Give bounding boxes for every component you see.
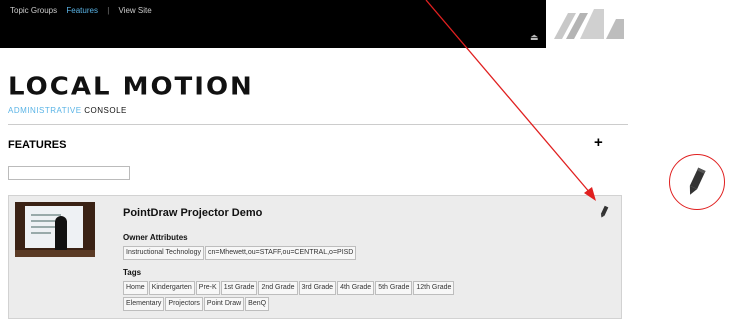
annotation-arrow: [425, 0, 596, 201]
zoom-callout: [669, 154, 725, 210]
pencil-icon: [689, 167, 706, 195]
